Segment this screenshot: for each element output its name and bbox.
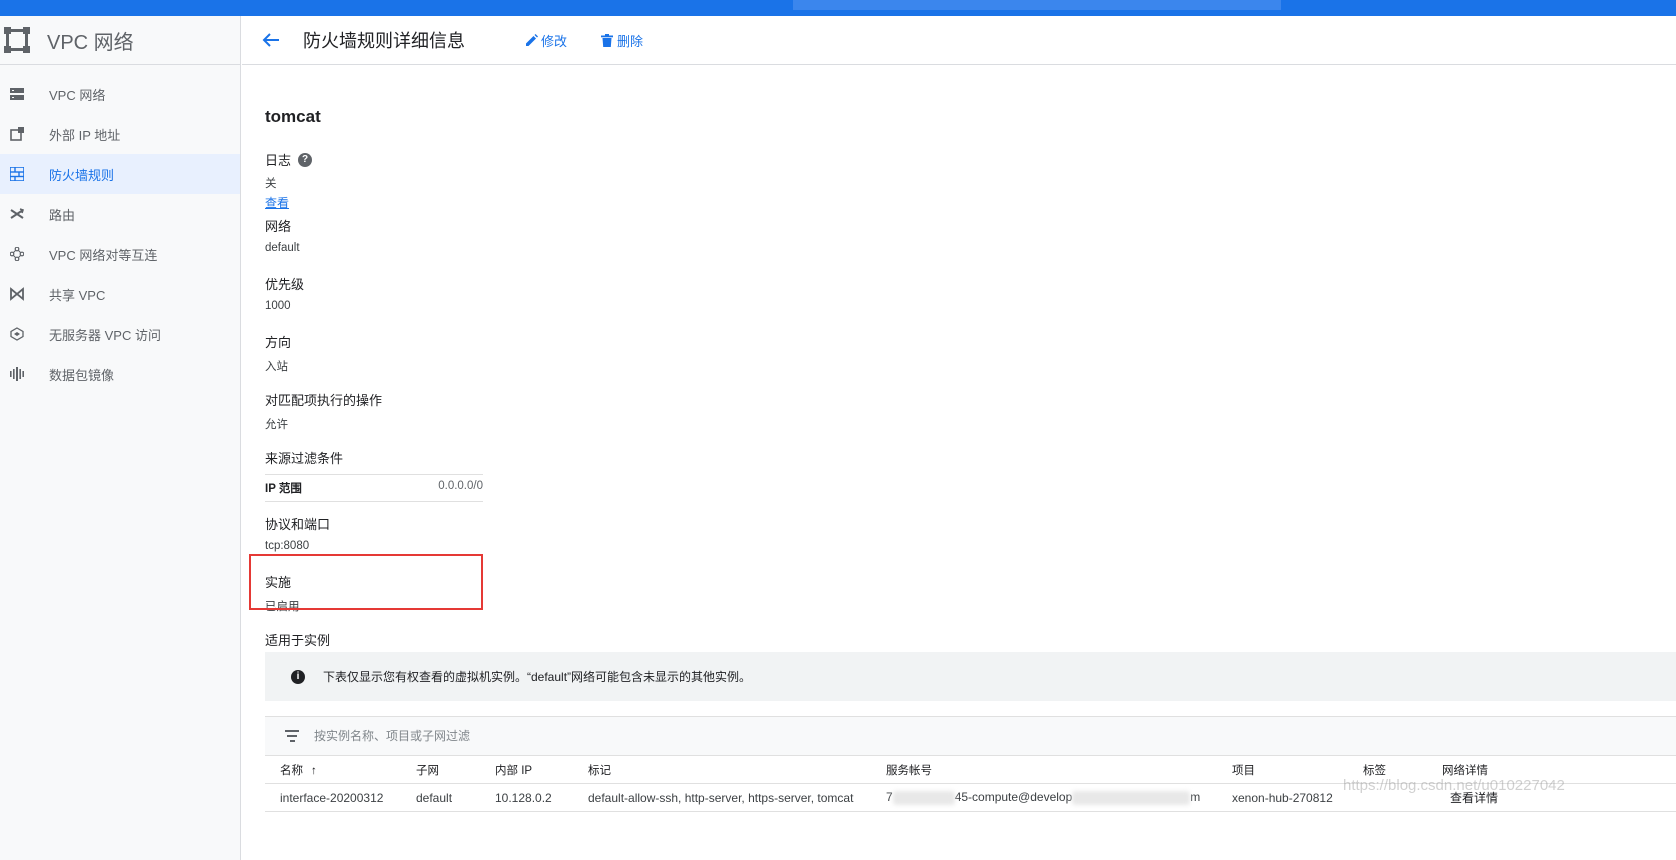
filter-input[interactable] [314,729,714,743]
sidebar-item-label: 路由 [49,207,76,223]
sidebar-item-label: 防火墙规则 [49,167,115,183]
protocols-value: tcp:8080 [265,540,310,552]
trash-icon [601,33,615,47]
delete-button[interactable]: 删除 [601,31,643,50]
highlight-box [249,554,483,610]
filter-icon[interactable] [284,729,300,743]
shared-vpc-icon [8,285,26,303]
logs-label: 日志 [265,153,292,168]
sidebar-item-label: 外部 IP 地址 [49,127,121,143]
sidebar-item-label: 共享 VPC [49,287,106,303]
network-label: 网络 [265,219,292,234]
page-title: 防火墙规则详细信息 [303,31,465,51]
sidebar-item-peering[interactable]: VPC 网络对等互连 [0,234,240,274]
logs-field: 日志 ? 关 查看 [265,150,313,212]
column-header-internal-ip[interactable]: 内部 IP [495,755,588,784]
redaction [892,790,955,805]
info-banner: i 下表仅显示您有权查看的虚拟机实例。“default”网络可能包含未显示的其他… [265,652,1676,701]
action-field: 对匹配项执行的操作 允许 [265,390,382,432]
sidebar-item-label: VPC 网络对等互连 [49,247,158,263]
sidebar-item-label: 无服务器 VPC 访问 [49,327,161,343]
logs-value: 关 [265,178,277,190]
column-header-service-account[interactable]: 服务帐号 [886,755,1232,784]
vpc-network-icon [8,85,26,103]
cell-name[interactable]: interface-20200312 [265,783,416,812]
sidebar-nav: VPC 网络 外部 IP 地址 防火墙规则 路由 VPC 网络对等互连 共享 V… [0,65,240,394]
action-value: 允许 [265,419,288,431]
priority-label: 优先级 [265,277,305,292]
direction-field: 方向 入站 [265,332,291,374]
packet-mirroring-icon [8,365,26,383]
cell-tags: default-allow-ssh, http-server, https-se… [588,783,886,812]
sidebar-item-firewall[interactable]: 防火墙规则 [0,154,240,194]
column-header-subnet[interactable]: 子网 [416,755,495,784]
info-icon: i [291,669,305,684]
rule-name: tomcat [265,107,321,126]
cell-subnet[interactable]: default [416,783,495,812]
protocols-field: 协议和端口 tcp:8080 [265,514,330,552]
back-arrow-icon[interactable] [259,28,283,52]
direction-value: 入站 [265,361,288,373]
priority-value: 1000 [265,300,291,312]
action-label: 对匹配项执行的操作 [265,393,383,408]
column-header-name[interactable]: 名称 ↑ [265,755,416,784]
network-value: default [265,242,300,254]
help-icon[interactable]: ? [298,152,313,167]
network-field: 网络 default [265,216,300,254]
sidebar-header: VPC 网络 [0,16,240,65]
pencil-icon [525,33,539,47]
direction-label: 方向 [265,335,292,350]
main-panel: 防火墙规则详细信息 修改 删除 tomcat 日志 ? 关 查看 网络 defa [242,16,1676,860]
edit-button-label: 修改 [541,33,568,49]
sidebar-item-packet-mirroring[interactable]: 数据包镜像 [0,354,240,394]
sidebar-item-label: VPC 网络 [49,87,106,103]
vpc-logo-icon [3,26,31,54]
external-ip-icon [8,125,26,143]
firewall-icon [8,165,26,183]
source-filter-key: IP 范围 [265,483,302,495]
filter-bar [265,716,1676,755]
source-filter-table: IP 范围 0.0.0.0/0 [265,474,483,502]
applies-to-label: 适用于实例 [265,633,331,648]
serverless-icon [8,325,26,343]
sidebar-item-external-ip[interactable]: 外部 IP 地址 [0,114,240,154]
source-filter-label: 来源过滤条件 [265,451,344,466]
redaction [1072,790,1191,805]
search-bar[interactable] [793,0,1281,10]
sidebar-item-label: 数据包镜像 [49,367,115,383]
delete-button-label: 删除 [617,33,644,49]
sidebar-item-serverless-vpc-access[interactable]: 无服务器 VPC 访问 [0,314,240,354]
top-app-bar [0,0,1676,16]
sidebar-item-vpc-networks[interactable]: VPC 网络 [0,74,240,114]
sidebar-item-shared-vpc[interactable]: 共享 VPC [0,274,240,314]
sidebar-item-routes[interactable]: 路由 [0,194,240,234]
edit-button[interactable]: 修改 [525,31,567,50]
source-filter-value: 0.0.0.0/0 [438,480,483,492]
cell-service-account: 7 45-compute@develop m [886,783,1232,812]
watermark: https://blog.csdn.net/u010227042 [1343,777,1565,794]
sidebar-title: VPC 网络 [47,31,134,54]
view-logs-link[interactable]: 查看 [265,194,289,211]
action-bar: 防火墙规则详细信息 修改 删除 [242,16,1676,65]
sidebar: VPC 网络 VPC 网络 外部 IP 地址 防火墙规则 路由 VPC 网络对等… [0,16,241,860]
applies-to-field: 适用于实例 [265,630,330,649]
peering-icon [8,245,26,263]
routes-icon [8,205,26,223]
column-header-tags[interactable]: 标记 [588,755,886,784]
protocols-label: 协议和端口 [265,517,331,532]
info-banner-text: 下表仅显示您有权查看的虚拟机实例。“default”网络可能包含未显示的其他实例… [323,670,752,684]
priority-field: 优先级 1000 [265,274,304,312]
source-filter-field: 来源过滤条件 IP 范围 0.0.0.0/0 [265,448,483,502]
sort-ascending-icon[interactable]: ↑ [311,765,317,777]
cell-internal-ip: 10.128.0.2 [495,783,588,812]
